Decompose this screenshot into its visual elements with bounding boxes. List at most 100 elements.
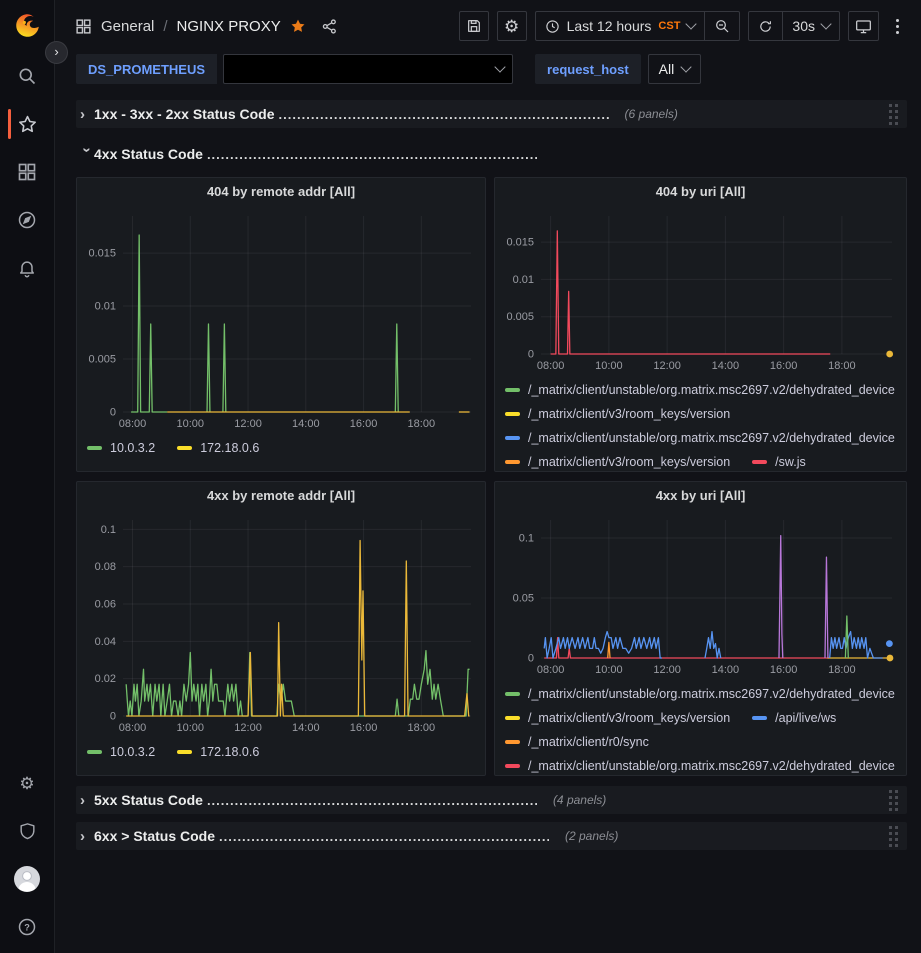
- legend-item[interactable]: 10.0.3.2: [87, 745, 155, 759]
- dashboard-settings-button[interactable]: ⚙: [497, 11, 527, 41]
- legend-item[interactable]: /_matrix/client/r0/sync: [505, 735, 649, 749]
- sidebar-item-profile[interactable]: [0, 867, 55, 891]
- panel-chart-area[interactable]: 08:0010:0012:0014:0016:0018:0000.020.040…: [77, 510, 485, 738]
- dashboard-title[interactable]: NGINX PROXY: [177, 18, 281, 35]
- row-6xx[interactable]: › 6xx > Status Code ....................…: [76, 822, 907, 850]
- legend-row: /_matrix/client/v3/room_keys/version/api…: [505, 706, 896, 730]
- time-range-picker[interactable]: Last 12 hours CST: [536, 12, 705, 40]
- row-title: 6xx > Status Code: [94, 828, 215, 844]
- legend-item[interactable]: 172.18.0.6: [177, 441, 259, 455]
- panel-title[interactable]: 404 by remote addr [All]: [77, 178, 485, 206]
- variable-label-request-host[interactable]: request_host: [535, 54, 641, 84]
- legend-series-swatch: [752, 460, 767, 464]
- row-1xx-3xx-2xx[interactable]: › 1xx - 3xx - 2xx Status Code ..........…: [76, 100, 907, 128]
- legend-item[interactable]: 10.0.3.2: [87, 441, 155, 455]
- dashboard-header: General / NGINX PROXY ⚙ Last 12 hours: [55, 0, 921, 52]
- refresh-icon: [758, 19, 773, 34]
- legend-series-swatch: [505, 716, 520, 720]
- svg-text:14:00: 14:00: [292, 418, 320, 430]
- sidebar-item-alerting[interactable]: [0, 256, 55, 280]
- sidebar-item-configuration[interactable]: ⚙: [0, 771, 55, 795]
- svg-text:14:00: 14:00: [292, 722, 320, 734]
- cycle-view-mode-button[interactable]: [848, 11, 879, 41]
- more-options-button[interactable]: [887, 11, 907, 41]
- sidebar-item-dashboards[interactable]: [0, 160, 55, 184]
- row-panel-count: (2 panels): [565, 829, 618, 843]
- gear-icon: ⚙: [504, 18, 519, 35]
- legend-row: /_matrix/client/unstable/org.matrix.msc2…: [505, 426, 896, 450]
- svg-text:16:00: 16:00: [770, 360, 798, 372]
- svg-text:08:00: 08:00: [537, 360, 565, 372]
- row-panel-count: (6 panels): [625, 107, 678, 121]
- legend-item[interactable]: /_matrix/client/unstable/org.matrix.msc2…: [505, 687, 895, 701]
- row-4xx[interactable]: › 4xx Status Code ......................…: [76, 140, 907, 168]
- sidebar-item-search[interactable]: [0, 64, 55, 88]
- refresh-button[interactable]: [749, 12, 782, 40]
- svg-text:14:00: 14:00: [712, 664, 740, 676]
- refresh-interval-picker[interactable]: 30s: [783, 12, 839, 40]
- panel-legend: 10.0.3.2 172.18.0.6: [77, 434, 485, 471]
- panel-title[interactable]: 4xx by remote addr [All]: [77, 482, 485, 510]
- svg-text:0.005: 0.005: [88, 354, 116, 366]
- svg-text:08:00: 08:00: [119, 722, 147, 734]
- chevron-right-icon: ›: [80, 828, 94, 845]
- legend-series-label: /_matrix/client/v3/room_keys/version: [528, 711, 730, 725]
- legend-item[interactable]: /_matrix/client/unstable/org.matrix.msc2…: [505, 431, 895, 445]
- legend-series-swatch: [752, 716, 767, 720]
- save-dashboard-button[interactable]: [459, 11, 489, 41]
- request-host-select[interactable]: All: [648, 54, 702, 84]
- row-5xx[interactable]: › 5xx Status Code ......................…: [76, 786, 907, 814]
- legend-item[interactable]: /api/live/ws: [752, 711, 836, 725]
- grafana-logo[interactable]: [0, 10, 55, 40]
- sidebar-expand-button[interactable]: ›: [45, 41, 68, 64]
- favorite-star-icon[interactable]: [290, 18, 306, 34]
- legend-item[interactable]: /sw.js: [752, 455, 806, 469]
- variables-bar: DS_PROMETHEUS request_host All: [55, 52, 921, 92]
- chevron-right-icon: ›: [80, 106, 94, 123]
- breadcrumb-folder[interactable]: General: [101, 18, 154, 35]
- row-title-dots: ........................................…: [219, 829, 549, 844]
- legend-series-swatch: [505, 460, 520, 464]
- svg-text:08:00: 08:00: [119, 418, 147, 430]
- variable-label-datasource[interactable]: DS_PROMETHEUS: [76, 54, 217, 84]
- legend-item[interactable]: /_matrix/client/unstable/org.matrix.msc2…: [505, 759, 895, 773]
- zoom-out-time-button[interactable]: [705, 12, 739, 40]
- panel-legend: /_matrix/client/unstable/org.matrix.msc2…: [495, 680, 906, 775]
- share-icon[interactable]: [321, 18, 338, 35]
- legend-item[interactable]: /_matrix/client/unstable/org.matrix.msc2…: [505, 383, 895, 397]
- legend-item[interactable]: 172.18.0.6: [177, 745, 259, 759]
- svg-text:?: ?: [24, 922, 30, 932]
- panel-title[interactable]: 404 by uri [All]: [495, 178, 906, 206]
- row-title: 1xx - 3xx - 2xx Status Code: [94, 106, 275, 122]
- panel-chart-area[interactable]: 08:0010:0012:0014:0016:0018:0000.050.1: [495, 510, 906, 680]
- panel-legend: 10.0.3.2 172.18.0.6: [77, 738, 485, 775]
- svg-text:18:00: 18:00: [408, 418, 436, 430]
- gear-icon: ⚙: [19, 775, 34, 792]
- panel-chart-area[interactable]: 08:0010:0012:0014:0016:0018:0000.0050.01…: [495, 206, 906, 376]
- svg-text:16:00: 16:00: [770, 664, 798, 676]
- sidebar-item-starred[interactable]: [0, 112, 55, 136]
- legend-series-swatch: [505, 388, 520, 392]
- row-drag-handle[interactable]: [889, 790, 899, 812]
- panel-chart-area[interactable]: 08:0010:0012:0014:0016:0018:0000.0050.01…: [77, 206, 485, 434]
- chevron-down-icon: [494, 61, 505, 72]
- row-drag-handle[interactable]: [889, 104, 899, 126]
- datasource-select[interactable]: [223, 54, 513, 84]
- legend-item[interactable]: /_matrix/client/v3/room_keys/version: [505, 455, 730, 469]
- sidebar-item-server-admin[interactable]: [0, 819, 55, 843]
- legend-item[interactable]: /_matrix/client/v3/room_keys/version: [505, 711, 730, 725]
- legend-item[interactable]: /_matrix/client/v3/room_keys/version: [505, 407, 730, 421]
- panel-404-by-uri: 404 by uri [All] 08:0010:0012:0014:0016:…: [494, 177, 907, 472]
- svg-text:0.04: 0.04: [95, 636, 116, 648]
- breadcrumb: General / NGINX PROXY: [75, 18, 338, 35]
- svg-text:16:00: 16:00: [350, 722, 378, 734]
- compass-icon: [17, 210, 37, 230]
- sidebar-item-help[interactable]: ?: [0, 915, 55, 939]
- row-drag-handle[interactable]: [889, 826, 899, 848]
- search-icon: [17, 66, 37, 86]
- sidebar-item-explore[interactable]: [0, 208, 55, 232]
- chevron-down-icon: [820, 18, 831, 29]
- svg-text:0.01: 0.01: [95, 301, 116, 313]
- panel-4xx-by-remote-addr: 4xx by remote addr [All] 08:0010:0012:00…: [76, 481, 486, 776]
- panel-title[interactable]: 4xx by uri [All]: [495, 482, 906, 510]
